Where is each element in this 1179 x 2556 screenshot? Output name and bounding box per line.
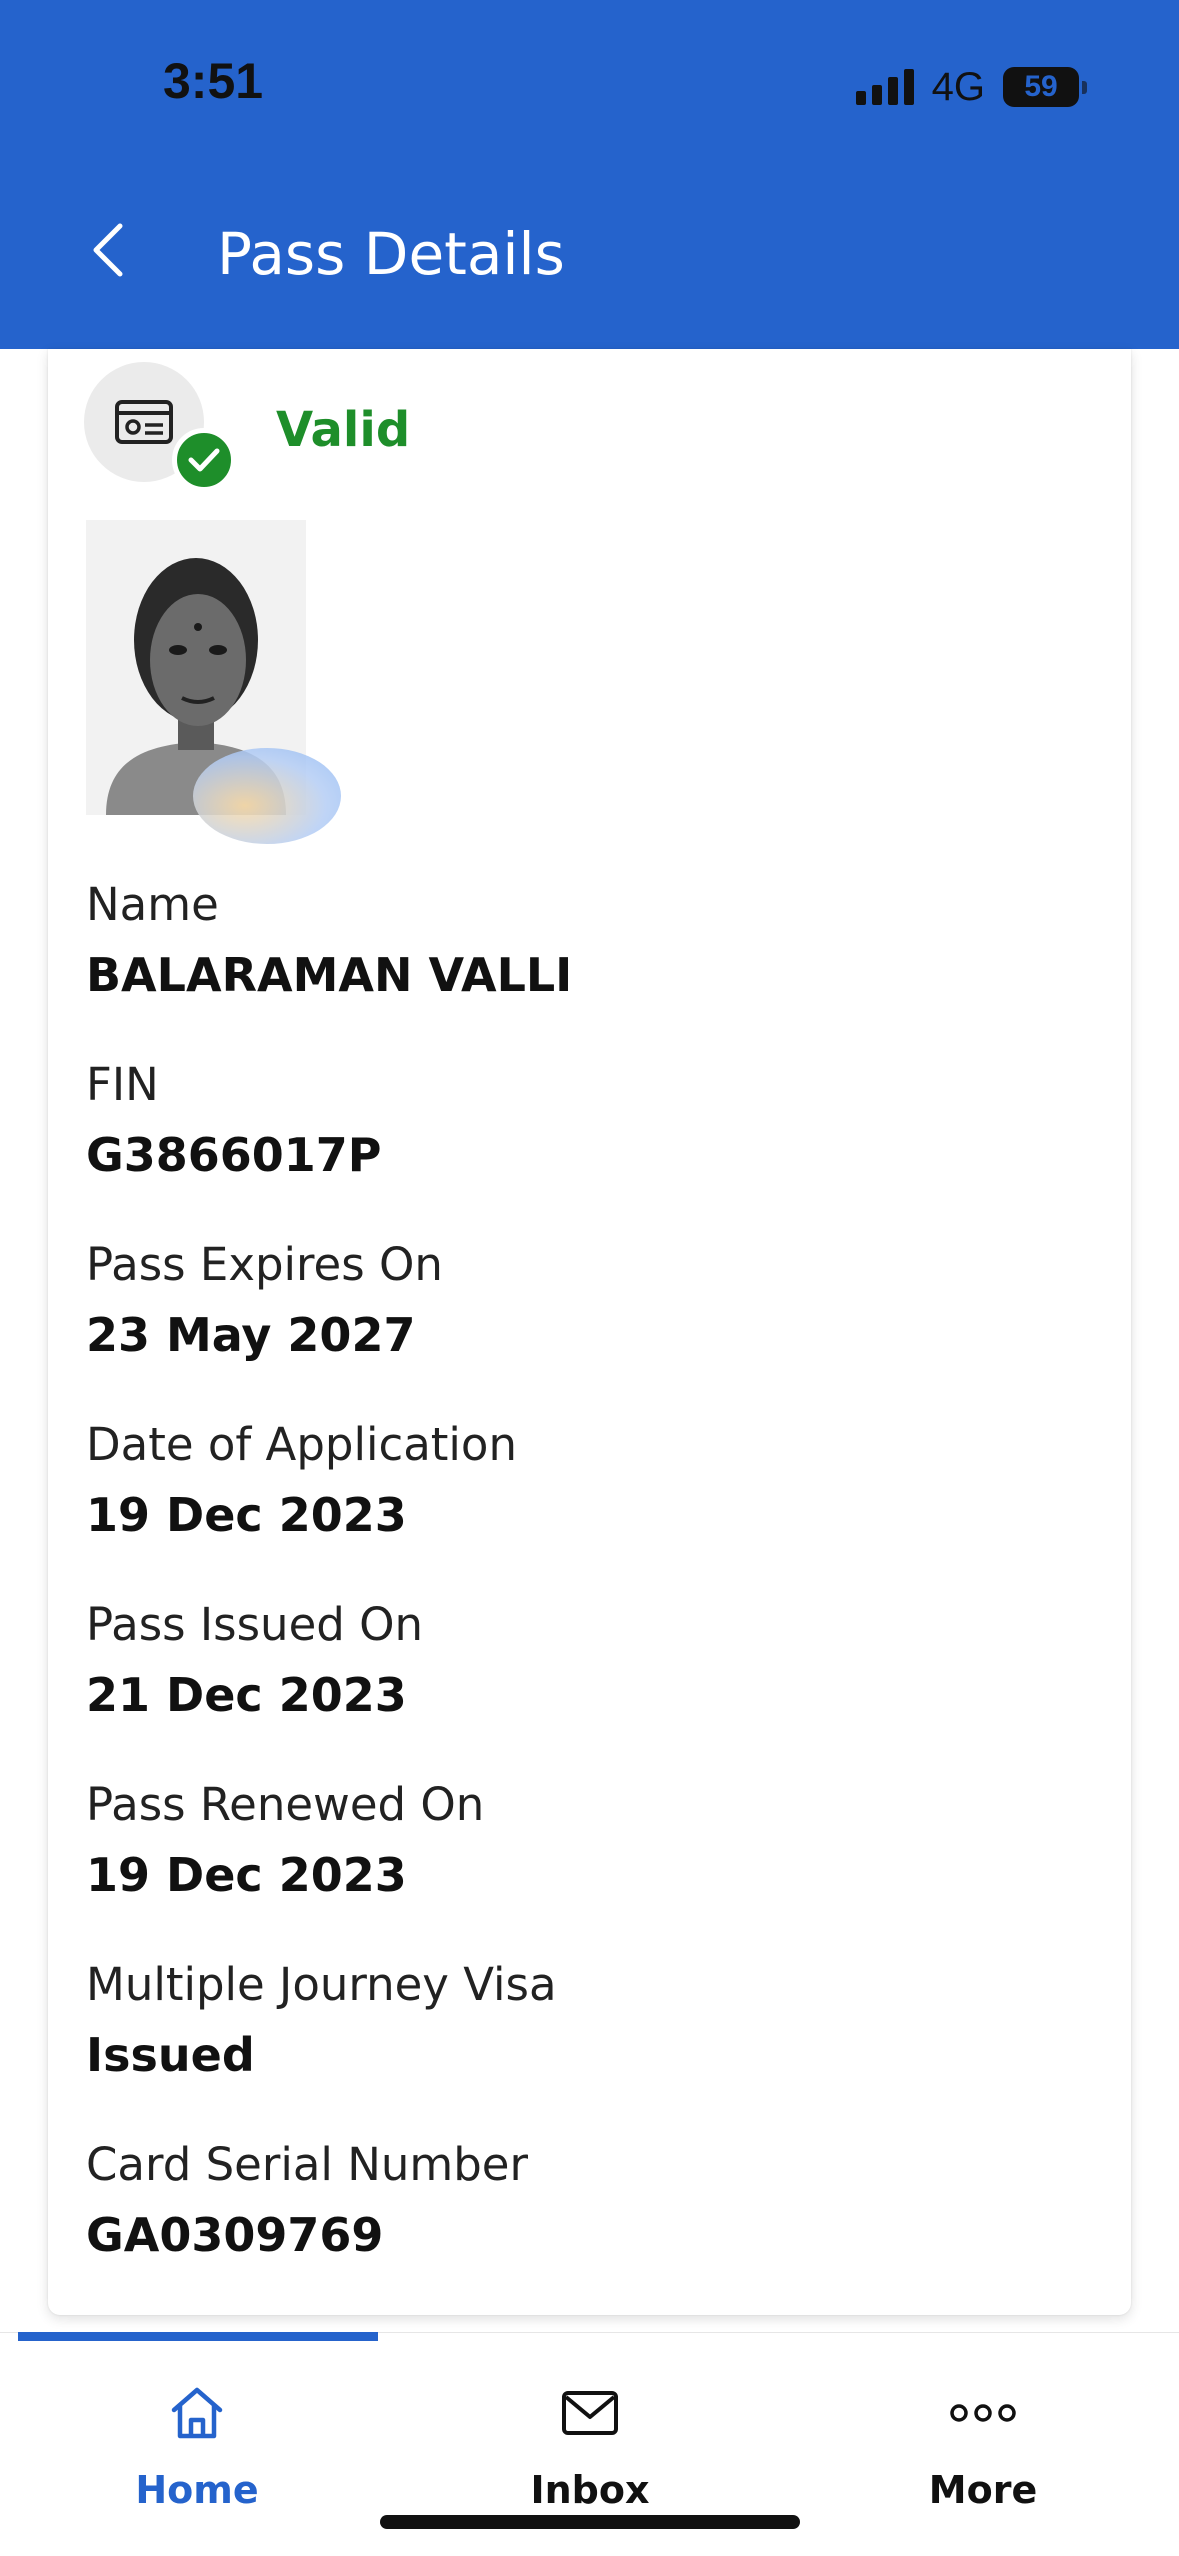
field-value-date-of-application: 19 Dec 2023 <box>86 1488 407 1542</box>
chevron-left-icon <box>93 223 123 277</box>
battery-level: 59 <box>1024 70 1058 103</box>
id-card-icon <box>115 400 173 444</box>
page-title: Pass Details <box>217 220 565 288</box>
more-icon <box>950 2404 1016 2422</box>
battery-icon: 59 <box>1003 67 1087 107</box>
field-label-fin: FIN <box>86 1058 159 1111</box>
hologram-seal <box>193 748 341 844</box>
valid-check-badge <box>172 428 236 492</box>
tab-more[interactable]: More <box>833 2380 1133 2520</box>
field-label-pass-renewed: Pass Renewed On <box>86 1778 485 1831</box>
app-header: 3:51 4G 59 Pass Details <box>0 0 1179 349</box>
field-value-pass-expires: 23 May 2027 <box>86 1308 416 1362</box>
status-time: 3:51 <box>163 53 264 109</box>
mail-icon <box>562 2391 618 2435</box>
tab-inbox[interactable]: Inbox <box>440 2380 740 2520</box>
network-type: 4G <box>931 64 985 109</box>
field-value-pass-renewed: 19 Dec 2023 <box>86 1848 407 1902</box>
tab-home[interactable]: Home <box>47 2380 347 2520</box>
field-value-pass-issued: 21 Dec 2023 <box>86 1668 407 1722</box>
field-value-fin: G3866017P <box>86 1128 382 1182</box>
tab-home-label: Home <box>135 2468 259 2512</box>
field-label-card-serial-number: Card Serial Number <box>86 2138 528 2191</box>
status-indicators: 4G 59 <box>855 62 1087 112</box>
active-tab-indicator <box>18 2332 378 2341</box>
field-value-name: BALARAMAN VALLI <box>86 948 573 1002</box>
field-label-pass-issued: Pass Issued On <box>86 1598 424 1651</box>
field-label-pass-expires: Pass Expires On <box>86 1238 443 1291</box>
field-label-multiple-journey-visa: Multiple Journey Visa <box>86 1958 557 2011</box>
pass-status: Valid <box>276 402 411 458</box>
tab-inbox-label: Inbox <box>530 2468 650 2512</box>
field-value-card-serial-number: GA0309769 <box>86 2208 384 2262</box>
home-icon <box>171 2387 223 2439</box>
back-button[interactable] <box>78 215 138 285</box>
field-value-multiple-journey-visa: Issued <box>86 2028 255 2082</box>
home-indicator <box>380 2515 800 2529</box>
tab-more-label: More <box>928 2468 1038 2512</box>
field-label-name: Name <box>86 878 219 931</box>
check-icon <box>188 448 220 472</box>
field-label-date-of-application: Date of Application <box>86 1418 517 1471</box>
signal-icon <box>855 69 914 105</box>
